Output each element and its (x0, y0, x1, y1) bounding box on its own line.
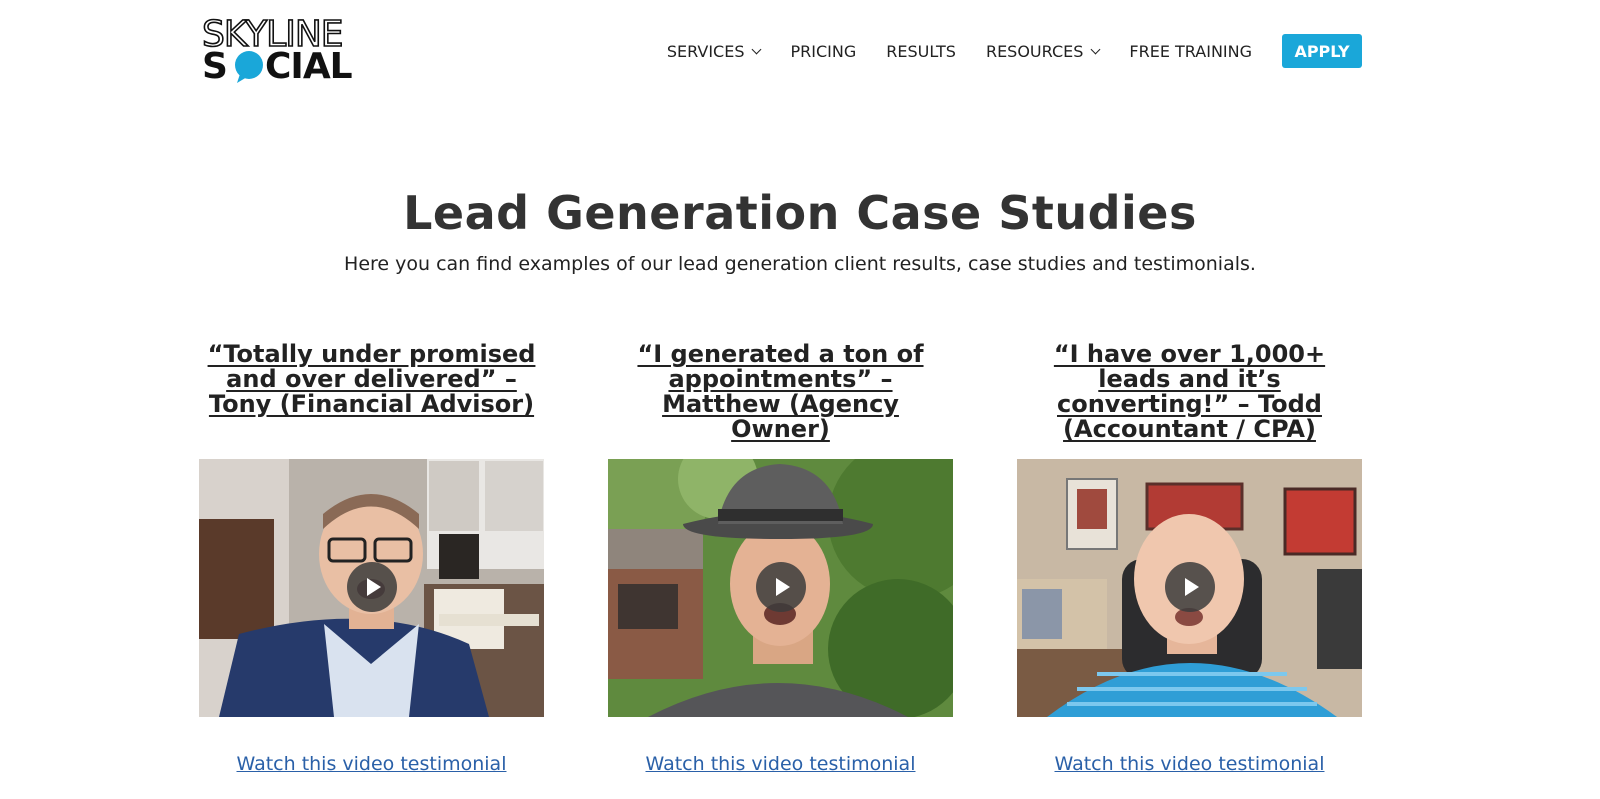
play-icon[interactable] (756, 562, 806, 612)
page-subtitle: Here you can find examples of our lead g… (344, 253, 1256, 275)
video-thumbnail[interactable] (199, 459, 544, 717)
svg-text:CIAL: CIAL (265, 46, 352, 84)
watch-testimonial-link[interactable]: Watch this video testimonial (199, 753, 544, 775)
watch-testimonial-link[interactable]: Watch this video testimonial (608, 753, 953, 775)
case-study-quote-link[interactable]: “I have over 1,000+ leads and it’s conve… (1017, 340, 1362, 444)
case-study-card: “I have over 1,000+ leads and it’s conve… (1017, 340, 1362, 775)
case-study-card: “I generated a ton of appointments” – Ma… (608, 340, 953, 775)
nav-results-label: RESULTS (886, 41, 956, 61)
nav-free-training[interactable]: FREE TRAINING (1129, 42, 1252, 61)
nav-services[interactable]: SERVICES (666, 41, 762, 61)
nav-resources[interactable]: RESOURCES (985, 41, 1101, 61)
nav-services-label: SERVICES (666, 41, 745, 61)
nav-resources-label: RESOURCES (985, 41, 1084, 61)
apply-button[interactable]: APPLY (1282, 34, 1362, 68)
case-study-quote-link[interactable]: “I generated a ton of appointments” – Ma… (608, 340, 953, 444)
nav-pricing-label: PRICING (790, 41, 857, 61)
nav-free-training-label: FREE TRAINING (1129, 41, 1252, 61)
page-title: Lead Generation Case Studies (403, 186, 1197, 240)
skyline-social-logo[interactable]: SKYLINE S CIAL (200, 10, 400, 84)
chevron-down-icon (1090, 44, 1101, 54)
video-thumbnail[interactable] (1017, 459, 1362, 717)
watch-testimonial-link[interactable]: Watch this video testimonial (1017, 753, 1362, 775)
case-study-card: “Totally under promised and over deliver… (199, 340, 544, 775)
nav-results[interactable]: RESULTS (886, 42, 956, 61)
case-study-quote-link[interactable]: “Totally under promised and over deliver… (199, 340, 544, 444)
play-icon[interactable] (1165, 562, 1215, 612)
video-thumbnail[interactable] (608, 459, 953, 717)
nav-pricing[interactable]: PRICING (790, 42, 856, 61)
svg-text:S: S (202, 46, 227, 84)
chevron-down-icon (752, 44, 762, 54)
play-icon[interactable] (347, 562, 397, 612)
main-nav: SERVICES PRICING RESULTS RESOURCES FREE … (667, 34, 1362, 68)
